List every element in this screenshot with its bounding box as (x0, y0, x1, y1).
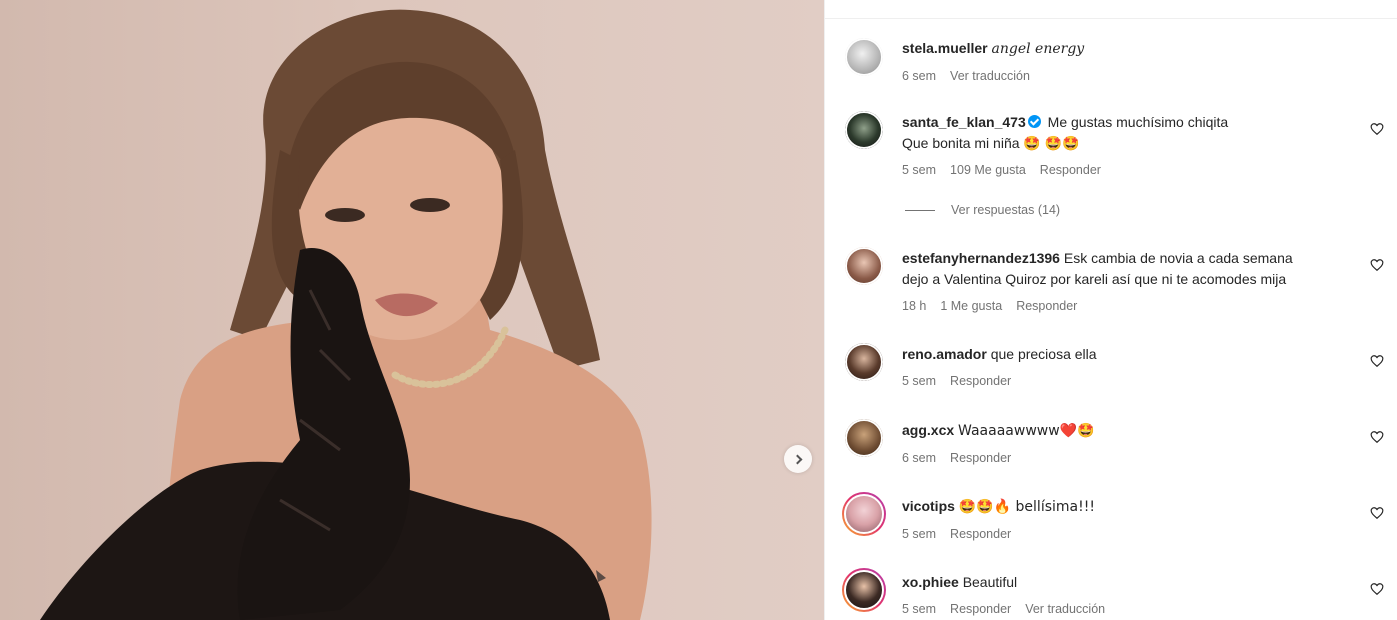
comment-text-line2: Que bonita mi niña 🤩 🤩🤩 (902, 135, 1080, 151)
comment-time: 5 sem (902, 602, 937, 616)
post-photo-illustration (40, 9, 652, 620)
story-ring-avatar[interactable] (842, 492, 886, 536)
comment-likes[interactable]: 1 Me gusta (940, 296, 1002, 317)
view-replies-label: Ver respuestas (14) (951, 203, 1061, 217)
comment-time: 5 sem (902, 527, 937, 541)
reply-button[interactable]: Responder (950, 448, 1011, 469)
avatar[interactable] (845, 111, 883, 149)
divider (825, 18, 1397, 19)
reply-button[interactable]: Responder (1040, 160, 1101, 181)
comment-time: 18 h (902, 299, 927, 313)
see-translation-link[interactable]: Ver traducción (950, 66, 1030, 87)
comment-username[interactable]: stela.mueller (902, 40, 988, 56)
comment-username[interactable]: vicotips (902, 498, 955, 514)
comment-text: Me gustas muchísimo chiqita (1047, 114, 1229, 130)
reply-button[interactable]: Responder (950, 371, 1011, 392)
reply-button[interactable]: Responder (950, 599, 1011, 620)
avatar[interactable] (845, 38, 883, 76)
comment-text: Waaaaawwww❤️🤩 (958, 423, 1095, 439)
heart-icon[interactable] (1370, 258, 1384, 272)
comment-text: que preciosa ella (990, 346, 1097, 362)
story-ring-avatar[interactable] (842, 568, 886, 612)
heart-icon[interactable] (1370, 354, 1384, 368)
heart-icon[interactable] (1370, 122, 1384, 136)
heart-icon[interactable] (1370, 506, 1384, 520)
heart-icon[interactable] (1370, 430, 1384, 444)
reply-button[interactable]: Responder (1016, 296, 1077, 317)
comment-username[interactable]: reno.amador (902, 346, 987, 362)
comment-username[interactable]: agg.xcx (902, 422, 954, 438)
replies-line (905, 209, 935, 211)
comment-time: 5 sem (902, 163, 937, 177)
comments-panel[interactable]: stela.mueller angel energy 6 sem Ver tra… (824, 0, 1397, 620)
post-image[interactable] (0, 0, 824, 620)
heart-icon[interactable] (1370, 582, 1384, 596)
reply-button[interactable]: Responder (950, 524, 1011, 545)
chevron-right-icon (792, 454, 802, 464)
view-replies-button[interactable]: Ver respuestas (14) (905, 203, 1060, 217)
comment-text: Esk cambia de novia a cada semana (1063, 250, 1293, 266)
see-translation-link[interactable]: Ver traducción (1025, 599, 1105, 620)
comment-text: Beautiful (962, 574, 1018, 590)
comment-text-line2: dejo a Valentina Quiroz por kareli así q… (902, 271, 1287, 287)
comment-username[interactable]: xo.phiee (902, 574, 959, 590)
comment-likes[interactable]: 109 Me gusta (950, 160, 1026, 181)
comment-time: 5 sem (902, 374, 937, 388)
avatar[interactable] (845, 247, 883, 285)
comment-text: 🤩🤩🔥 bellísima!!! (958, 499, 1095, 515)
comment-username[interactable]: santa_fe_klan_473 (902, 114, 1026, 130)
comment-time: 6 sem (902, 451, 937, 465)
next-photo-button[interactable] (784, 445, 812, 473)
verified-badge-icon (1027, 115, 1041, 128)
comment-time: 6 sem (902, 69, 937, 83)
avatar[interactable] (845, 343, 883, 381)
comment-text: angel energy (991, 41, 1085, 57)
comment-username[interactable]: estefanyhernandez1396 (902, 250, 1060, 266)
avatar[interactable] (845, 419, 883, 457)
